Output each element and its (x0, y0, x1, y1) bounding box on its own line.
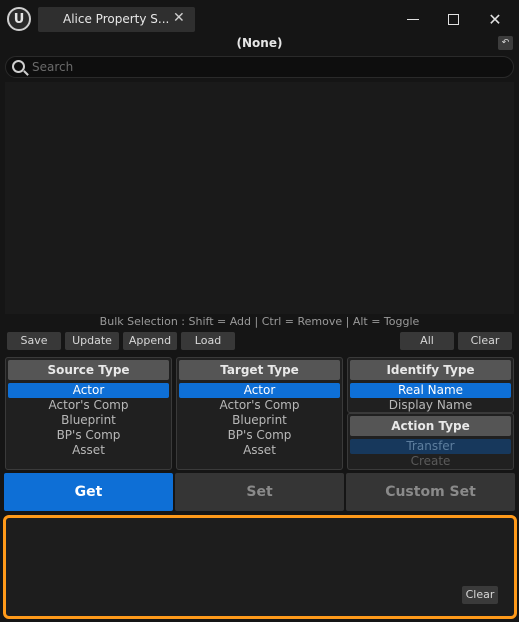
search-box (5, 56, 514, 78)
identify-option-display-name[interactable]: Display Name (350, 398, 511, 413)
reset-icon[interactable]: ↶ (498, 36, 513, 50)
append-button[interactable]: Append (123, 332, 177, 350)
bulk-selection-hint: Bulk Selection : Shift = Add | Ctrl = Re… (99, 315, 420, 328)
target-option-actor[interactable]: Actor (179, 383, 340, 398)
all-button[interactable]: All (400, 332, 454, 350)
action-option-create[interactable]: Create (350, 454, 511, 469)
log-output-panel[interactable]: Clear (3, 515, 517, 619)
selection-bar: (None) ↶ (0, 34, 519, 52)
target-option-blueprint[interactable]: Blueprint (179, 413, 340, 428)
minimize-button[interactable] (401, 8, 425, 30)
minimize-icon (407, 18, 419, 20)
selected-object-label: (None) (236, 36, 283, 50)
target-option-actors-comp[interactable]: Actor's Comp (179, 398, 340, 413)
target-option-bps-comp[interactable]: BP's Comp (179, 428, 340, 443)
action-option-transfer[interactable]: Transfer (350, 439, 511, 454)
identify-type-panel: Identify Type Real Name Display Name (347, 357, 514, 413)
target-option-asset[interactable]: Asset (179, 443, 340, 458)
source-option-asset[interactable]: Asset (8, 443, 169, 458)
tab-close-icon[interactable]: ✕ (173, 10, 185, 26)
search-icon (12, 60, 25, 73)
source-option-actors-comp[interactable]: Actor's Comp (8, 398, 169, 413)
search-input[interactable] (32, 59, 502, 75)
maximize-icon (447, 13, 459, 25)
source-option-bps-comp[interactable]: BP's Comp (8, 428, 169, 443)
log-clear-button[interactable]: Clear (462, 586, 498, 604)
unreal-logo-icon: U (7, 7, 31, 31)
save-button[interactable]: Save (7, 332, 61, 350)
clear-button[interactable]: Clear (458, 332, 512, 350)
action-type-title: Action Type (350, 416, 511, 436)
set-button[interactable]: Set (175, 473, 344, 511)
source-type-panel: Source Type Actor Actor's Comp Blueprint… (5, 357, 172, 470)
update-button[interactable]: Update (65, 332, 119, 350)
maximize-button[interactable] (441, 8, 465, 30)
source-type-title: Source Type (8, 360, 169, 380)
property-list-area[interactable] (5, 82, 514, 314)
title-bar: U Alice Property S... ✕ ✕ (0, 0, 519, 38)
identify-type-title: Identify Type (350, 360, 511, 380)
action-type-panel: Action Type Transfer Create (347, 413, 514, 470)
get-button[interactable]: Get (4, 473, 173, 511)
tab-title: Alice Property S... (63, 12, 170, 26)
custom-set-button[interactable]: Custom Set (346, 473, 515, 511)
identify-option-real-name[interactable]: Real Name (350, 383, 511, 398)
target-type-panel: Target Type Actor Actor's Comp Blueprint… (176, 357, 343, 470)
target-type-title: Target Type (179, 360, 340, 380)
source-option-actor[interactable]: Actor (8, 383, 169, 398)
close-button[interactable]: ✕ (483, 8, 507, 30)
window-tab[interactable]: Alice Property S... ✕ (38, 7, 195, 32)
load-button[interactable]: Load (181, 332, 235, 350)
source-option-blueprint[interactable]: Blueprint (8, 413, 169, 428)
